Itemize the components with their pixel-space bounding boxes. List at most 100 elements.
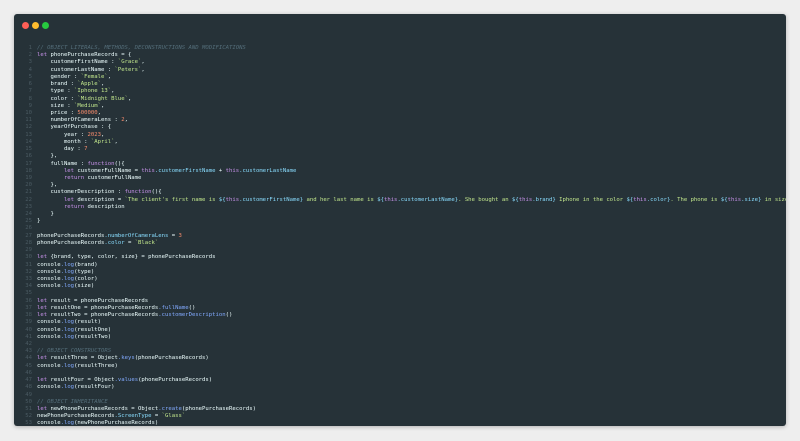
code-token: month : <box>37 138 91 145</box>
code-token: customerDescription : <box>37 189 125 196</box>
line-number: 27 <box>25 232 32 239</box>
line-number: 19 <box>25 174 32 181</box>
code-token: `Black` <box>134 239 159 246</box>
code-token: .values <box>114 377 139 384</box>
minimize-window-button[interactable] <box>32 22 39 29</box>
line-number: 15 <box>25 146 32 153</box>
code-token: resultOne = phonePurchaseRecords <box>50 304 159 311</box>
code-line: 48 console.log(resultFour) <box>14 384 786 391</box>
code-token: , <box>101 131 105 138</box>
code-token: `Female` <box>80 73 108 80</box>
code-token: }, <box>37 153 58 160</box>
code-line: 29 <box>14 247 786 254</box>
line-number: 38 <box>25 312 32 319</box>
line-number: 24 <box>25 211 32 218</box>
code-token: .log <box>60 319 75 326</box>
code-token: let <box>37 377 51 384</box>
code-token: .numberOfCameraLens <box>104 232 169 239</box>
code-line: 49 <box>14 392 786 399</box>
code-token: .color <box>646 196 667 203</box>
code-token: ${ <box>218 196 226 203</box>
line-number: 6 <box>28 81 32 88</box>
line-number: 2 <box>28 52 32 59</box>
code-token: , <box>111 88 115 95</box>
code-token: and her last name is <box>303 196 378 203</box>
line-number: 12 <box>25 124 32 131</box>
code-line: 19 return customerFullName <box>14 175 786 182</box>
code-editor[interactable]: 1 // OBJECT LITERALS, METHODS, DECONSTRUC… <box>14 45 786 426</box>
code-token: console <box>37 268 61 275</box>
code-line: 15 day : 7 <box>14 146 786 153</box>
code-token: }, <box>37 182 58 189</box>
code-line: 32 console.log(type) <box>14 269 786 276</box>
code-line: 16 }, <box>14 153 786 160</box>
line-number: 52 <box>25 413 32 420</box>
line-number: 20 <box>25 182 32 189</box>
code-token: console <box>37 326 61 333</box>
code-token: gender : <box>37 73 81 80</box>
code-token: // OBJECT INHERITANCE <box>37 398 108 405</box>
code-token: Iphone in the color <box>555 196 627 203</box>
code-token: (resultFour) <box>74 384 115 391</box>
code-token: (){ <box>114 160 125 167</box>
code-line: 18 let customerFullName = this.customerF… <box>14 168 786 175</box>
code-token: = <box>168 232 179 239</box>
code-token: console <box>37 333 61 340</box>
code-token: 2023 <box>87 131 102 138</box>
code-token: , <box>101 81 105 88</box>
code-token: result = phonePurchaseRecords <box>50 297 149 304</box>
line-number: 49 <box>25 391 32 398</box>
code-token: brand : <box>37 81 78 88</box>
line-number: 21 <box>25 189 32 196</box>
code-token: , <box>141 66 145 73</box>
code-line: 37 let resultOne = phonePurchaseRecords.f… <box>14 305 786 312</box>
code-token: .customerFirstName <box>239 196 300 203</box>
code-line: 46 <box>14 370 786 377</box>
code-token: .customerFirstName <box>154 167 216 174</box>
code-token: this <box>225 196 240 203</box>
code-token: year : <box>37 131 88 138</box>
code-token: (phonePurchaseRecords) <box>134 355 209 362</box>
line-number: 41 <box>25 333 32 340</box>
code-token: `Glass` <box>161 413 186 420</box>
code-line: 44 let resultThree = Object.keys(phonePur… <box>14 355 786 362</box>
code-line: 27 phonePurchaseRecords.numberOfCameraLen… <box>14 233 786 240</box>
code-token: (newPhonePurchaseRecords) <box>74 420 159 426</box>
code-token: , <box>124 117 128 124</box>
code-token: = <box>124 239 135 246</box>
code-token: let <box>37 167 78 174</box>
code-token: .color <box>104 239 125 246</box>
code-token: .ScreenType <box>114 413 152 420</box>
code-token: () <box>225 312 233 319</box>
code-token: in size and it cost <box>764 196 786 203</box>
code-token: (resultThree) <box>74 362 118 369</box>
code-token: let <box>37 254 51 261</box>
line-number: 32 <box>25 268 32 275</box>
code-token: color : <box>37 95 78 102</box>
code-token: resultTwo = phonePurchaseRecords <box>50 312 159 319</box>
code-line: 31 console.log(brand) <box>14 262 786 269</box>
code-token: , <box>97 109 102 116</box>
code-token: .log <box>60 261 75 268</box>
line-number: 25 <box>25 218 32 225</box>
code-line: 43 // OBJECT CONSTRUCTORS <box>14 348 786 355</box>
line-number: 40 <box>25 326 32 333</box>
code-line: 30 let {brand, type, color, size} = phone… <box>14 254 786 261</box>
code-token: resultFour = Object <box>50 377 115 384</box>
code-line: 24 } <box>14 211 786 218</box>
code-token: let <box>37 312 51 319</box>
line-number: 7 <box>28 88 32 95</box>
code-token: `Apple` <box>77 81 101 88</box>
code-token: function <box>87 160 115 167</box>
close-window-button[interactable] <box>22 22 29 29</box>
code-token: } <box>37 218 41 225</box>
code-token: phonePurchaseRecords <box>37 232 105 239</box>
code-token: .customerDescription <box>158 312 226 319</box>
code-token: `April` <box>90 138 115 145</box>
maximize-window-button[interactable] <box>42 22 49 29</box>
code-window: 1 // OBJECT LITERALS, METHODS, DECONSTRUC… <box>14 14 786 426</box>
code-token: let <box>37 297 51 304</box>
code-token: (type) <box>74 268 95 275</box>
code-token: 500000 <box>77 109 98 116</box>
code-token: .create <box>158 405 182 412</box>
